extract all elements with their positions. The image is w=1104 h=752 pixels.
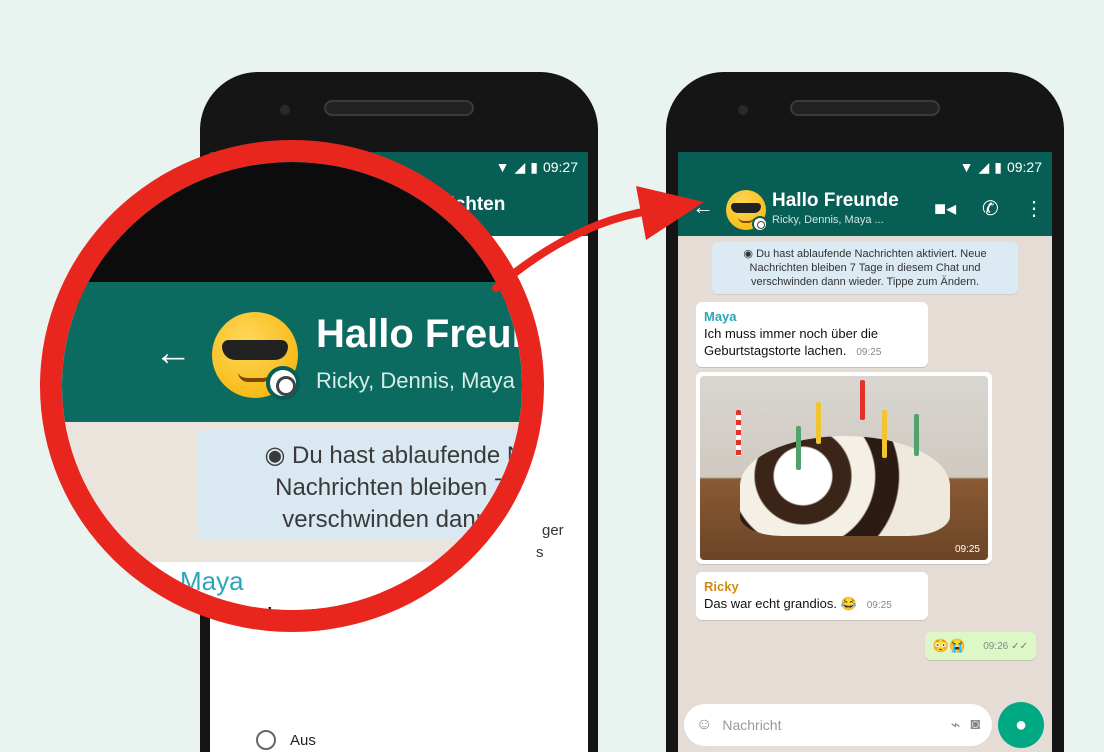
sunglasses-icon (222, 340, 288, 360)
candle (860, 380, 865, 420)
zoom-back-arrow-icon: ← (154, 332, 192, 374)
zoom-sender-name: Maya (180, 566, 244, 596)
zoom-group-members: Ricky, Dennis, Maya (316, 368, 515, 393)
message-text-line2: Geburtstagstorte lachen. (704, 343, 847, 358)
status-bar: ▼ ◢ ▮ 09:27 (678, 152, 1052, 182)
front-camera (738, 105, 748, 115)
outgoing-message[interactable]: 😳😭 09:26 ✓✓ (924, 632, 1036, 660)
phone-call-icon[interactable]: ✆ (982, 196, 999, 221)
emoji-content: 😳😭 (932, 638, 966, 653)
signal-icon: ◢ (978, 158, 990, 175)
pointer-arrow (492, 186, 704, 292)
photo-time: 09:25 (954, 544, 980, 555)
message-input-bar[interactable]: ☺ Nachricht ⌁ ◙ (684, 704, 992, 746)
disappearing-timer-icon (752, 216, 768, 232)
zoom-notice-line2: Nachrichten bleiben 7 Ta (275, 474, 539, 501)
speaker-grille (324, 100, 474, 116)
zoom-magnifier: ← Hallo Freun Ricky, Dennis, Maya ◉ Du h… (40, 140, 544, 632)
message-text-line1: Ich muss immer noch über die (704, 326, 879, 341)
candle (914, 414, 919, 456)
group-members[interactable]: Ricky, Dennis, Maya ... (772, 214, 884, 226)
zoom-notice-line1: Du hast ablaufende Nac (292, 442, 544, 469)
photo-message[interactable]: 09:25 (696, 372, 992, 564)
camera-icon[interactable]: ◙ (970, 716, 980, 734)
message-text: Das war echt grandios. 😂 (704, 596, 857, 611)
timer-icon: ◉ (743, 248, 757, 260)
zoom-group-title: Hallo Freun (316, 312, 537, 356)
candle (816, 402, 821, 444)
message-time: 09:25 (866, 600, 892, 611)
timer-icon: ◉ (264, 442, 293, 469)
right-phone-frame: ▼ ◢ ▮ 09:27 ← Hallo Freunde Ricky, Denni… (666, 72, 1064, 752)
setting-description-fragment: ger (542, 522, 564, 539)
status-time: 09:27 (542, 159, 578, 175)
birthday-cake-photo[interactable]: 09:25 (700, 376, 988, 560)
status-time: 09:27 (1006, 159, 1042, 175)
message-input[interactable]: Nachricht (722, 717, 940, 733)
notice-text: Du hast ablaufende Nachrichten aktiviert… (749, 248, 987, 288)
message-time: 09:25 (856, 347, 882, 358)
battery-icon: ▮ (994, 158, 1002, 175)
emoji-icon[interactable]: ☺ (696, 716, 712, 734)
chat-header: ← Hallo Freunde Ricky, Dennis, Maya ... … (678, 182, 1052, 236)
group-title[interactable]: Hallo Freunde (772, 190, 899, 212)
front-camera (280, 105, 290, 115)
message-bubble-maya[interactable]: Maya Ich muss immer noch über die Geburt… (696, 302, 928, 367)
sender-name: Maya (704, 309, 737, 324)
candle (882, 410, 887, 458)
candle (736, 410, 741, 456)
zoom-group-avatar (212, 312, 300, 400)
disappearing-timer-icon (266, 366, 300, 400)
speaker-grille (790, 100, 940, 116)
wifi-icon: ▼ (959, 159, 974, 175)
voice-message-button[interactable]: ● (998, 702, 1044, 748)
message-bubble-ricky[interactable]: Ricky Das war echt grandios. 😂 09:25 (696, 572, 928, 620)
group-avatar[interactable] (726, 190, 768, 232)
attachment-icon[interactable]: ⌁ (951, 715, 961, 735)
option-off-radio[interactable] (256, 730, 276, 750)
microphone-icon: ● (1014, 713, 1028, 736)
video-call-icon[interactable]: ■◂ (934, 196, 956, 221)
message-time: 09:26 (983, 640, 1009, 652)
battery-icon: ▮ (530, 158, 538, 175)
option-off-label: Aus (290, 731, 316, 749)
sunglasses-icon (731, 203, 761, 213)
setting-description-fragment-2: s (536, 544, 544, 561)
zoom-notice-line3: verschwinden dann wie (282, 506, 532, 533)
sender-name: Ricky (704, 579, 739, 594)
disappearing-messages-notice[interactable]: ◉ Du hast ablaufende Nachrichten aktivie… (712, 242, 1018, 294)
zoom-notice: ◉ Du hast ablaufende Nac Nachrichten ble… (197, 430, 544, 540)
chat-screen: ▼ ◢ ▮ 09:27 ← Hallo Freunde Ricky, Denni… (678, 152, 1052, 752)
more-options-icon[interactable]: ⋮ (1024, 196, 1044, 221)
candle (796, 426, 801, 470)
read-receipt-icon: ✓✓ (1011, 640, 1028, 652)
option-off-row[interactable]: Aus (256, 730, 316, 750)
